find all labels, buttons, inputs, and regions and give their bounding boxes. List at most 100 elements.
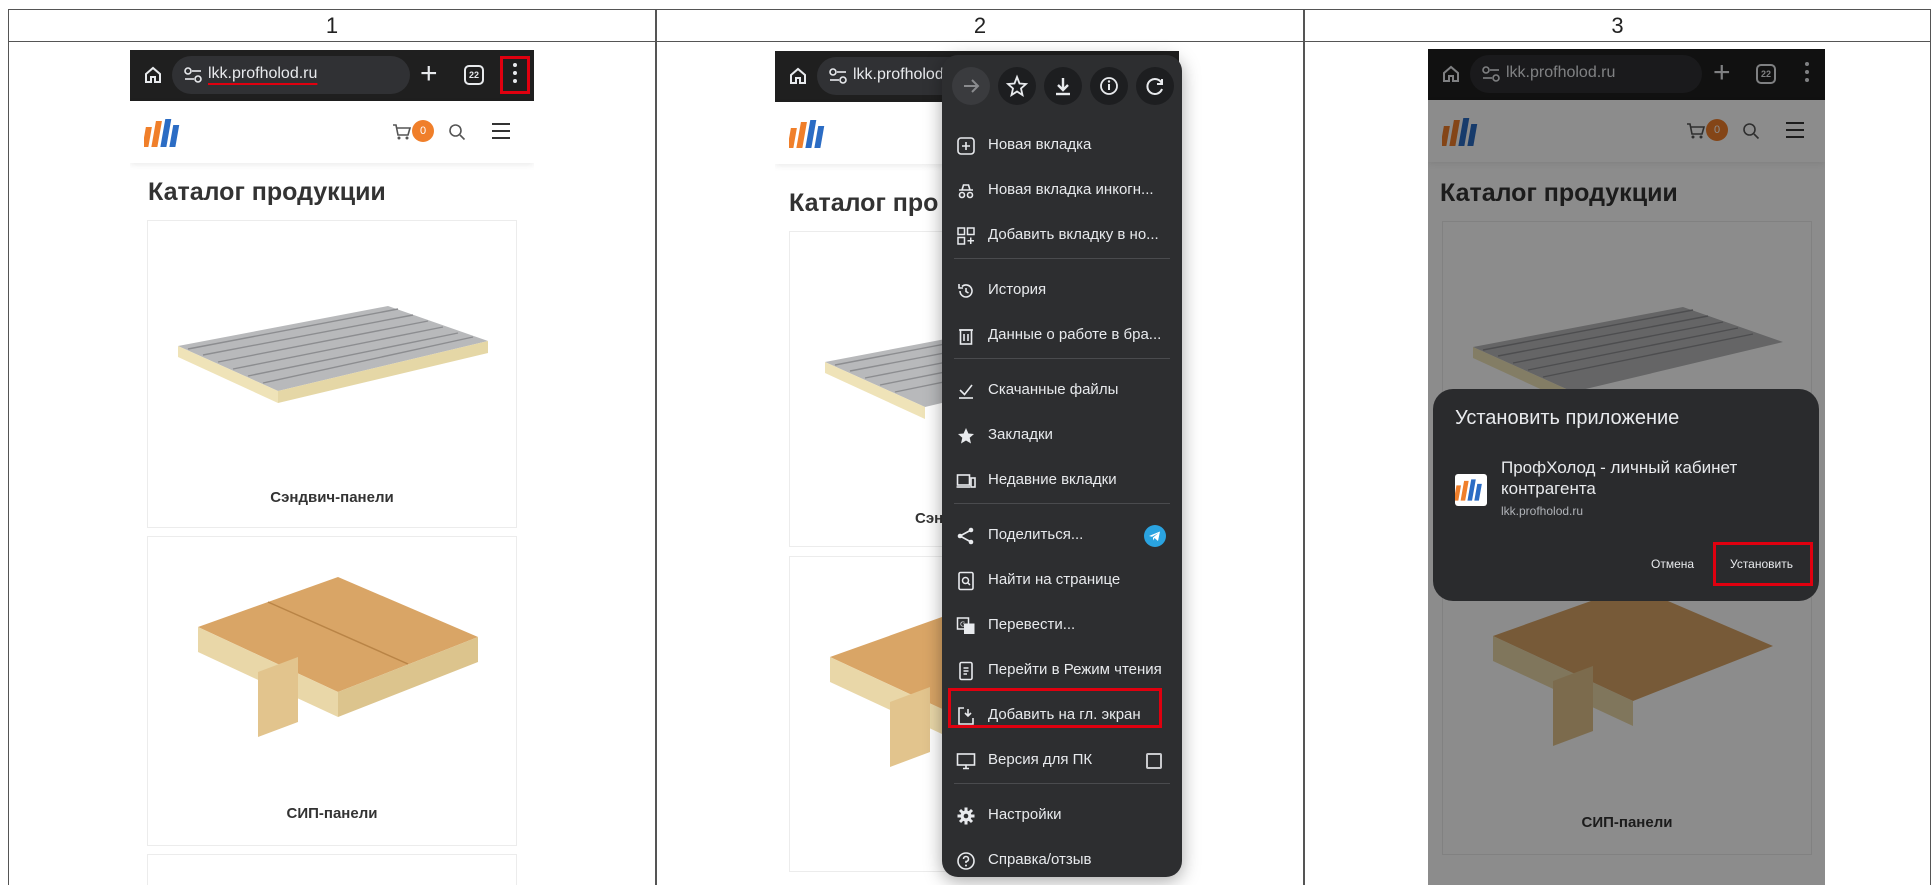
svg-text:G: G (960, 621, 965, 629)
menu-item-browsing-data[interactable]: Данные о работе в бра... (942, 315, 1182, 355)
menu-item-label: Недавние вкладки (988, 471, 1117, 488)
highlight-add-to-home (948, 688, 1162, 728)
menu-item-label: Настройки (988, 806, 1062, 823)
profholod-logo (789, 120, 825, 148)
instruction-sheet: 1 2 3 lkk.profholod.ru + 22 0 Каталог пр… (0, 0, 1932, 885)
arrow-right-icon (964, 79, 980, 93)
app-url: lkk.profholod.ru (1501, 504, 1584, 518)
devices-icon (956, 474, 976, 488)
trash-icon (959, 329, 973, 345)
product-card-sip[interactable]: СИП-панели (147, 536, 517, 846)
step-header-2: 2 (656, 9, 1304, 42)
menu-item-new-tab[interactable]: Новая вкладка (942, 125, 1182, 165)
menu-item-label: Новая вкладка инкогн... (988, 181, 1154, 198)
step-header-1: 1 (8, 9, 656, 42)
menu-item-label: Данные о работе в бра... (988, 326, 1162, 343)
app-name: ПрофХолод - личный кабинет контрагента (1501, 458, 1738, 498)
app-logo (1453, 474, 1487, 506)
menu-item-settings[interactable]: Настройки (942, 795, 1182, 835)
find-icon (958, 571, 974, 591)
phone-screenshot-1: lkk.profholod.ru + 22 0 Каталог продукци… (130, 50, 534, 885)
forward-button[interactable] (952, 67, 990, 105)
site-settings-icon[interactable] (829, 68, 847, 84)
menu-item-label: Найти на странице (988, 571, 1121, 588)
download-icon (1056, 78, 1070, 96)
address-bar[interactable]: lkk.profholod.ru (172, 56, 410, 94)
menu-top-actions (942, 67, 1182, 111)
info-icon (1100, 77, 1118, 95)
desktop-site-checkbox[interactable] (1146, 753, 1162, 769)
cancel-button[interactable]: Отмена (1651, 557, 1694, 571)
cart-count-badge: 0 (412, 120, 434, 142)
menu-item-label: Новая вкладка (988, 136, 1092, 153)
profholod-logo (144, 119, 180, 147)
hamburger-menu-icon[interactable] (492, 123, 510, 139)
menu-item-label: Добавить вкладку в но... (988, 226, 1159, 243)
menu-item-recent-tabs[interactable]: Недавние вкладки (942, 460, 1182, 500)
browser-toolbar: lkk.profholod.ru + 22 (130, 50, 534, 101)
reader-mode-icon (959, 661, 973, 681)
product-card-sandwich[interactable]: Сэндвич-панели (147, 220, 517, 528)
product-name: Сэндвич-панели (270, 489, 394, 506)
page-info-button[interactable] (1090, 67, 1128, 105)
site-header: 0 (130, 101, 534, 163)
settings-icon (957, 807, 975, 825)
menu-divider (954, 358, 1170, 359)
new-tab-icon (957, 137, 975, 155)
telegram-icon[interactable] (1144, 525, 1166, 547)
menu-item-label: Справка/отзыв (988, 851, 1092, 868)
browser-overflow-menu: Новая вкладка Новая вкладка инкогн... До… (942, 55, 1182, 877)
highlight-menu-button (500, 56, 530, 94)
menu-divider (954, 503, 1170, 504)
product-name: Сэн (915, 510, 944, 527)
menu-item-add-to-group[interactable]: Добавить вкладку в но... (942, 215, 1182, 255)
menu-divider (954, 783, 1170, 784)
downloads-icon (959, 384, 973, 399)
url-text: lkk.profholod.ru (208, 65, 318, 82)
menu-divider (954, 258, 1170, 259)
page-title: Каталог продукции (148, 178, 386, 206)
site-settings-icon[interactable] (184, 67, 202, 83)
home-icon[interactable] (787, 65, 809, 87)
menu-item-translate[interactable]: G Перевести... (942, 605, 1182, 645)
bookmark-button[interactable] (998, 67, 1036, 105)
new-tab-plus-icon[interactable]: + (420, 59, 438, 89)
star-outline-icon (1005, 74, 1029, 97)
reload-button[interactable] (1136, 67, 1174, 105)
menu-item-label: Перейти в Режим чтения (988, 661, 1162, 678)
translate-icon: G (956, 617, 975, 634)
page-title: Каталог про (789, 189, 939, 217)
menu-item-label: Скачанные файлы (988, 381, 1119, 398)
menu-item-share[interactable]: Поделиться... (942, 515, 1182, 555)
menu-item-label: Поделиться... (988, 526, 1084, 543)
share-icon (957, 527, 974, 545)
star-icon (958, 428, 974, 444)
dialog-title: Установить приложение (1455, 407, 1680, 429)
install-app-dialog: Установить приложение ПрофХолод - личный… (1433, 389, 1819, 601)
help-icon (957, 852, 975, 870)
tab-group-icon (957, 227, 975, 245)
sip-panel-image (198, 577, 478, 737)
history-icon (958, 284, 973, 298)
step-header-3: 3 (1304, 9, 1931, 42)
menu-item-bookmarks[interactable]: Закладки (942, 415, 1182, 455)
menu-item-reader-mode[interactable]: Перейти в Режим чтения (942, 650, 1182, 690)
product-card-partial[interactable] (147, 854, 517, 885)
menu-item-history[interactable]: История (942, 270, 1182, 310)
tab-switcher-button[interactable]: 22 (464, 65, 484, 85)
download-button[interactable] (1044, 67, 1082, 105)
product-name: СИП-панели (286, 805, 378, 822)
menu-item-label: Версия для ПК (988, 751, 1093, 768)
home-icon[interactable] (142, 64, 164, 86)
cart-icon[interactable] (392, 123, 412, 141)
menu-item-find-in-page[interactable]: Найти на странице (942, 560, 1182, 600)
menu-item-help[interactable]: Справка/отзыв (942, 840, 1182, 880)
search-icon[interactable] (448, 123, 466, 141)
menu-item-desktop-site[interactable]: Версия для ПК (942, 740, 1182, 780)
menu-item-downloads[interactable]: Скачанные файлы (942, 370, 1182, 410)
highlight-install-button (1713, 542, 1813, 586)
sandwich-panel-image (178, 306, 488, 403)
menu-item-label: Закладки (988, 426, 1053, 443)
desktop-icon (956, 753, 976, 770)
menu-item-incognito[interactable]: Новая вкладка инкогн... (942, 170, 1182, 210)
